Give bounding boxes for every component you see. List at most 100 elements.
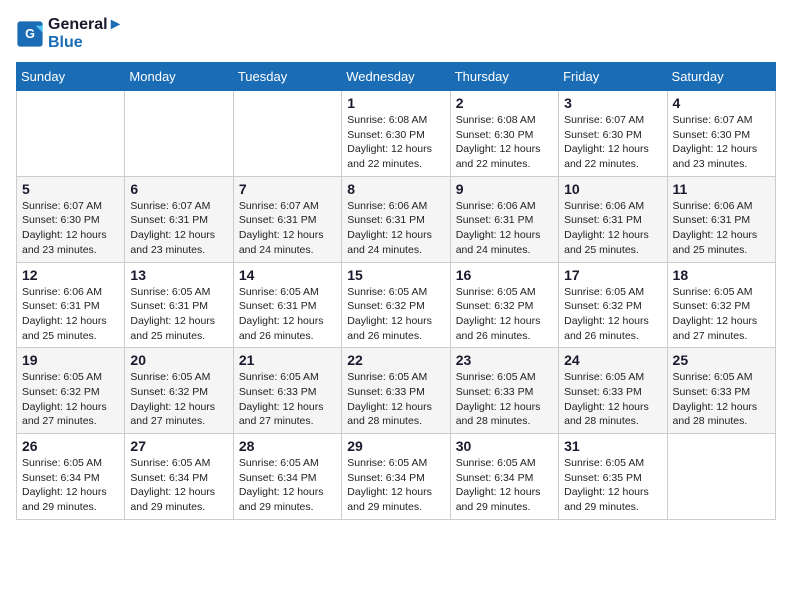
logo-icon: G [16, 20, 44, 48]
calendar-cell: 3Sunrise: 6:07 AMSunset: 6:30 PMDaylight… [559, 91, 667, 177]
day-info: Sunrise: 6:05 AMSunset: 6:33 PMDaylight:… [239, 370, 336, 429]
calendar-cell: 23 Sunrise: 6:05 AMSunset: 6:33 PMDayligh… [450, 348, 558, 434]
day-info: Sunrise: 6:05 AMSunset: 6:33 PMDaylight:… [673, 370, 770, 429]
header-day-thursday: Thursday [450, 63, 558, 91]
calendar-cell: 31 Sunrise: 6:05 AMSunset: 6:35 PMDayligh… [559, 434, 667, 520]
day-number: 25 [673, 352, 770, 368]
day-number: 22 [347, 352, 444, 368]
day-number: 10 [564, 181, 661, 197]
day-info: Sunrise: 6:05 AMSunset: 6:34 PMDaylight:… [130, 456, 227, 515]
calendar-cell: 1 Sunrise: 6:08 AMSunset: 6:30 PMDaylight… [342, 91, 450, 177]
calendar-cell: 14 Sunrise: 6:05 AMSunset: 6:31 PMDayligh… [233, 262, 341, 348]
day-info: Sunrise: 6:06 AMSunset: 6:31 PMDaylight:… [347, 199, 444, 258]
day-info: Sunrise: 6:05 AMSunset: 6:34 PMDaylight:… [239, 456, 336, 515]
day-info: Sunrise: 6:05 AMSunset: 6:32 PMDaylight:… [456, 285, 553, 344]
day-number: 7 [239, 181, 336, 197]
calendar-cell: 22 Sunrise: 6:05 AMSunset: 6:33 PMDayligh… [342, 348, 450, 434]
day-number: 19 [22, 352, 119, 368]
calendar-cell: 7 Sunrise: 6:07 AMSunset: 6:31 PMDaylight… [233, 176, 341, 262]
calendar-cell: 13 Sunrise: 6:05 AMSunset: 6:31 PMDayligh… [125, 262, 233, 348]
day-number: 8 [347, 181, 444, 197]
header-day-wednesday: Wednesday [342, 63, 450, 91]
day-info: Sunrise: 6:07 AMSunset: 6:31 PMDaylight:… [239, 199, 336, 258]
day-number: 18 [673, 267, 770, 283]
day-number: 13 [130, 267, 227, 283]
header-day-friday: Friday [559, 63, 667, 91]
calendar-cell: 6 Sunrise: 6:07 AMSunset: 6:31 PMDaylight… [125, 176, 233, 262]
calendar-cell: 20 Sunrise: 6:05 AMSunset: 6:32 PMDayligh… [125, 348, 233, 434]
day-info: Sunrise: 6:08 AMSunset: 6:30 PMDaylight:… [456, 113, 553, 172]
calendar-cell: 16 Sunrise: 6:05 AMSunset: 6:32 PMDayligh… [450, 262, 558, 348]
calendar-cell: 25 Sunrise: 6:05 AMSunset: 6:33 PMDayligh… [667, 348, 775, 434]
calendar-cell: 27 Sunrise: 6:05 AMSunset: 6:34 PMDayligh… [125, 434, 233, 520]
calendar-week-3: 12 Sunrise: 6:06 AMSunset: 6:31 PMDayligh… [17, 262, 776, 348]
day-info: Sunrise: 6:05 AMSunset: 6:33 PMDaylight:… [456, 370, 553, 429]
day-number: 12 [22, 267, 119, 283]
day-number: 28 [239, 438, 336, 454]
calendar-cell: 12 Sunrise: 6:06 AMSunset: 6:31 PMDayligh… [17, 262, 125, 348]
day-number: 11 [673, 181, 770, 197]
logo-text: General► Blue [48, 16, 123, 52]
day-info: Sunrise: 6:05 AMSunset: 6:32 PMDaylight:… [564, 285, 661, 344]
calendar-week-5: 26Sunrise: 6:05 AMSunset: 6:34 PMDayligh… [17, 434, 776, 520]
calendar-cell: 8 Sunrise: 6:06 AMSunset: 6:31 PMDaylight… [342, 176, 450, 262]
day-number: 20 [130, 352, 227, 368]
calendar-header-row: SundayMondayTuesdayWednesdayThursdayFrid… [17, 63, 776, 91]
day-number: 21 [239, 352, 336, 368]
calendar-cell: 29 Sunrise: 6:05 AMSunset: 6:34 PMDayligh… [342, 434, 450, 520]
calendar-cell: 21 Sunrise: 6:05 AMSunset: 6:33 PMDayligh… [233, 348, 341, 434]
calendar-cell: 2Sunrise: 6:08 AMSunset: 6:30 PMDaylight… [450, 91, 558, 177]
day-info: Sunrise: 6:07 AMSunset: 6:31 PMDaylight:… [130, 199, 227, 258]
day-info: Sunrise: 6:05 AMSunset: 6:33 PMDaylight:… [347, 370, 444, 429]
day-info: Sunrise: 6:07 AMSunset: 6:30 PMDaylight:… [22, 199, 119, 258]
svg-text:G: G [25, 27, 35, 41]
calendar-cell: 10 Sunrise: 6:06 AMSunset: 6:31 PMDayligh… [559, 176, 667, 262]
day-number: 27 [130, 438, 227, 454]
calendar-cell: 30Sunrise: 6:05 AMSunset: 6:34 PMDayligh… [450, 434, 558, 520]
header-day-tuesday: Tuesday [233, 63, 341, 91]
header-day-saturday: Saturday [667, 63, 775, 91]
day-number: 17 [564, 267, 661, 283]
day-info: Sunrise: 6:06 AMSunset: 6:31 PMDaylight:… [673, 199, 770, 258]
day-info: Sunrise: 6:06 AMSunset: 6:31 PMDaylight:… [564, 199, 661, 258]
calendar-week-1: 1 Sunrise: 6:08 AMSunset: 6:30 PMDaylight… [17, 91, 776, 177]
calendar-week-2: 5 Sunrise: 6:07 AMSunset: 6:30 PMDaylight… [17, 176, 776, 262]
calendar-week-4: 19 Sunrise: 6:05 AMSunset: 6:32 PMDayligh… [17, 348, 776, 434]
calendar-cell [125, 91, 233, 177]
calendar-cell: 19 Sunrise: 6:05 AMSunset: 6:32 PMDayligh… [17, 348, 125, 434]
calendar-cell: 15Sunrise: 6:05 AMSunset: 6:32 PMDayligh… [342, 262, 450, 348]
day-info: Sunrise: 6:05 AMSunset: 6:32 PMDaylight:… [347, 285, 444, 344]
header: G General► Blue [16, 16, 776, 52]
day-number: 23 [456, 352, 553, 368]
day-number: 29 [347, 438, 444, 454]
day-number: 6 [130, 181, 227, 197]
day-info: Sunrise: 6:05 AMSunset: 6:32 PMDaylight:… [673, 285, 770, 344]
day-info: Sunrise: 6:05 AMSunset: 6:32 PMDaylight:… [22, 370, 119, 429]
calendar-cell: 26Sunrise: 6:05 AMSunset: 6:34 PMDayligh… [17, 434, 125, 520]
day-number: 16 [456, 267, 553, 283]
day-info: Sunrise: 6:05 AMSunset: 6:33 PMDaylight:… [564, 370, 661, 429]
day-info: Sunrise: 6:05 AMSunset: 6:31 PMDaylight:… [239, 285, 336, 344]
day-number: 30 [456, 438, 553, 454]
logo: G General► Blue [16, 16, 123, 52]
day-info: Sunrise: 6:08 AMSunset: 6:30 PMDaylight:… [347, 113, 444, 172]
calendar-cell [17, 91, 125, 177]
calendar-cell: 4Sunrise: 6:07 AMSunset: 6:30 PMDaylight… [667, 91, 775, 177]
day-number: 3 [564, 95, 661, 111]
day-number: 5 [22, 181, 119, 197]
calendar-cell: 11 Sunrise: 6:06 AMSunset: 6:31 PMDayligh… [667, 176, 775, 262]
day-info: Sunrise: 6:06 AMSunset: 6:31 PMDaylight:… [22, 285, 119, 344]
calendar-cell: 18 Sunrise: 6:05 AMSunset: 6:32 PMDayligh… [667, 262, 775, 348]
day-info: Sunrise: 6:05 AMSunset: 6:35 PMDaylight:… [564, 456, 661, 515]
day-number: 24 [564, 352, 661, 368]
day-info: Sunrise: 6:05 AMSunset: 6:34 PMDaylight:… [347, 456, 444, 515]
day-info: Sunrise: 6:05 AMSunset: 6:32 PMDaylight:… [130, 370, 227, 429]
calendar: SundayMondayTuesdayWednesdayThursdayFrid… [16, 62, 776, 520]
calendar-cell: 28 Sunrise: 6:05 AMSunset: 6:34 PMDayligh… [233, 434, 341, 520]
day-number: 31 [564, 438, 661, 454]
day-number: 1 [347, 95, 444, 111]
day-info: Sunrise: 6:06 AMSunset: 6:31 PMDaylight:… [456, 199, 553, 258]
day-number: 14 [239, 267, 336, 283]
header-day-sunday: Sunday [17, 63, 125, 91]
day-info: Sunrise: 6:05 AMSunset: 6:31 PMDaylight:… [130, 285, 227, 344]
